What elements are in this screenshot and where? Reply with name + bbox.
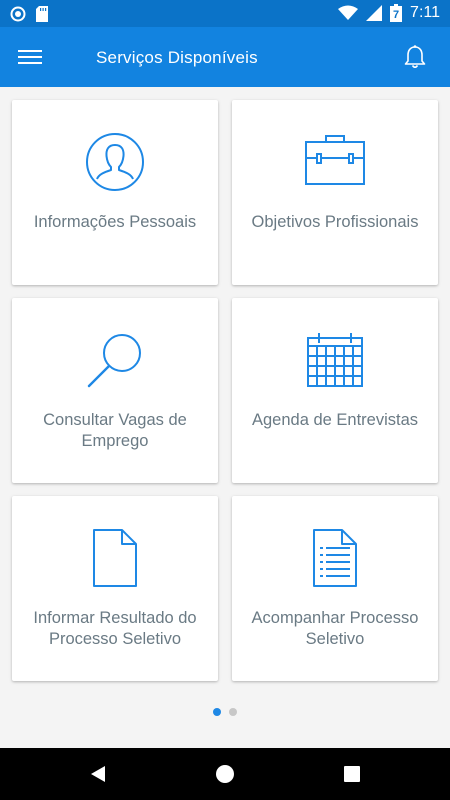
page-title: Serviços Disponíveis [96, 48, 258, 67]
recents-icon[interactable] [342, 764, 362, 784]
service-card-report-result[interactable]: Informar Resultado do Processo Seletivo [12, 496, 218, 681]
briefcase-icon [305, 135, 365, 185]
service-label: Objetivos Profissionais [251, 213, 419, 231]
hamburger-menu-icon[interactable] [18, 46, 44, 68]
page-dot-active[interactable] [213, 708, 221, 716]
bell-icon[interactable] [402, 44, 428, 70]
sd-card-icon [36, 6, 48, 22]
app-bar: Serviços Disponíveis [0, 27, 450, 87]
document-lines-icon [313, 529, 357, 587]
service-label: Acompanhar Processo Seletivo [251, 609, 419, 648]
service-label: Consultar Vagas de Emprego [43, 411, 187, 450]
service-card-track-process[interactable]: Acompanhar Processo Seletivo [232, 496, 438, 681]
page-indicator [0, 708, 450, 716]
service-card-personal-info[interactable]: Informações Pessoais [12, 100, 218, 285]
document-icon [93, 529, 137, 587]
person-icon [86, 133, 144, 191]
battery-icon: 7 [390, 4, 403, 22]
sync-icon [10, 6, 26, 22]
home-icon[interactable] [215, 764, 235, 784]
signal-icon [366, 5, 383, 21]
service-card-interview-schedule[interactable]: Agenda de Entrevistas [232, 298, 438, 483]
battery-text: 7 [393, 9, 399, 21]
system-nav-bar [0, 748, 450, 800]
service-card-search-jobs[interactable]: Consultar Vagas de Emprego [12, 298, 218, 483]
search-icon [87, 334, 141, 388]
wifi-icon [338, 5, 359, 20]
service-label: Agenda de Entrevistas [251, 411, 419, 429]
service-card-professional-goals[interactable]: Objetivos Profissionais [232, 100, 438, 285]
status-time: 7:11 [410, 4, 440, 21]
page-dot[interactable] [229, 708, 237, 716]
service-label: Informar Resultado do Processo Seletivo [33, 609, 197, 648]
calendar-icon [307, 333, 363, 387]
status-bar: 7 7:11 [0, 0, 450, 27]
service-label: Informações Pessoais [33, 213, 197, 231]
back-icon[interactable] [88, 764, 108, 784]
